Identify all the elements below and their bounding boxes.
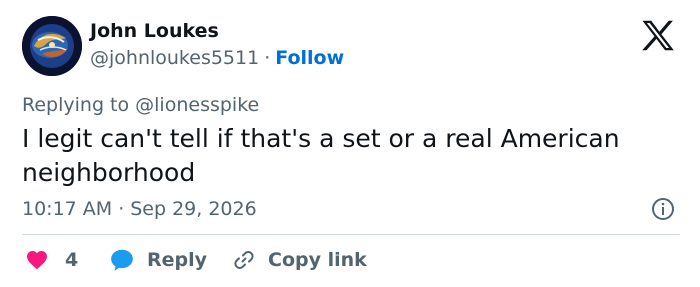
reply-context: Replying to @lionesspike <box>22 94 260 116</box>
tweet-date: Sep 29, 2026 <box>130 198 257 220</box>
reply-button[interactable]: Reply <box>109 246 207 274</box>
tweet-time: 10:17 AM <box>22 198 113 220</box>
timestamp[interactable]: 10:17 AM · Sep 29, 2026 <box>22 198 257 220</box>
info-icon[interactable] <box>651 197 675 221</box>
avatar-image <box>22 16 82 76</box>
like-count: 4 <box>65 249 79 271</box>
avatar[interactable] <box>22 16 82 76</box>
like-button[interactable]: 4 <box>25 246 78 274</box>
author-name[interactable]: John Loukes <box>90 20 219 42</box>
x-logo-icon[interactable] <box>641 20 675 51</box>
follow-button[interactable]: Follow <box>275 47 344 69</box>
tweet-text: I legit can't tell if that's a set or a … <box>22 124 620 187</box>
copy-link-label: Copy link <box>268 249 367 271</box>
reply-label: Reply <box>147 249 208 271</box>
separator-dot: · <box>264 47 271 69</box>
link-icon <box>234 251 254 269</box>
author-handle-row: @johnloukes5511 · Follow <box>90 47 344 69</box>
timestamp-separator: · <box>118 198 125 220</box>
heart-icon <box>27 251 47 270</box>
divider <box>22 234 680 235</box>
author-handle[interactable]: @johnloukes5511 <box>90 47 259 69</box>
tweet-card: John Loukes @johnloukes5511 · Follow Reply… <box>0 0 700 287</box>
copy-link-button[interactable]: Copy link <box>232 246 367 274</box>
speech-bubble-icon <box>111 249 133 271</box>
